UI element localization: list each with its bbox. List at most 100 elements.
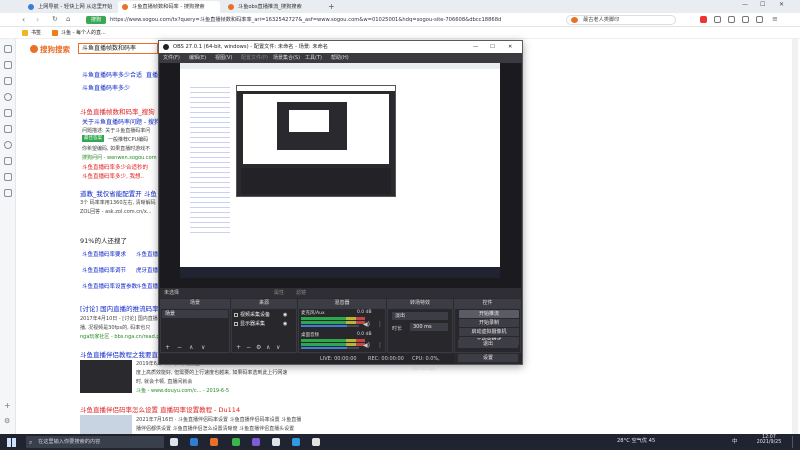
result-title[interactable]: 斗鱼直播帧数和码率_搜狗 bbox=[80, 106, 155, 116]
related-link[interactable]: 斗鱼直播码率要求 bbox=[82, 250, 126, 258]
menu-scene-collection[interactable]: 场景集合(S) bbox=[273, 53, 300, 63]
clock[interactable]: 12:07 2021/9/25 bbox=[752, 435, 786, 445]
visibility-eye-icon[interactable]: ◉ bbox=[283, 320, 287, 328]
browser-taskbar-icon[interactable] bbox=[190, 438, 198, 446]
window-minimize-button[interactable]: — bbox=[742, 1, 748, 8]
result-subtitle[interactable]: 关于斗鱼直播码率问题 - 搜狗问 bbox=[82, 117, 166, 126]
settings-icon[interactable] bbox=[742, 16, 749, 23]
transition-select[interactable]: 淡出 bbox=[392, 312, 448, 320]
source-down-button[interactable]: ∨ bbox=[276, 344, 280, 351]
remove-scene-button[interactable]: − bbox=[177, 344, 182, 351]
volume-fader-fill[interactable] bbox=[301, 325, 348, 327]
result-title[interactable]: 斗鱼直播伴侣教程之我要直播 bbox=[80, 349, 165, 359]
url-field[interactable]: https://www.sogou.com/tx?query=斗鱼直播帧数和码率… bbox=[110, 15, 550, 25]
taskbar-search-box[interactable]: ⌕ 在这里输入你要搜索的内容 bbox=[26, 436, 164, 448]
add-scene-button[interactable]: + bbox=[165, 344, 170, 351]
tab-search-obs[interactable]: 斗鱼obs直播推流_搜狗搜索 bbox=[224, 1, 324, 13]
visibility-eye-icon[interactable]: ◉ bbox=[283, 311, 287, 319]
result-title[interactable]: 斗鱼直播伴侣码率怎么设置 直播码率设置教程 - Du114 bbox=[80, 404, 240, 414]
related-link[interactable]: 斗鱼直播 bbox=[136, 250, 158, 258]
sidebar-note-icon[interactable] bbox=[4, 125, 12, 133]
tab-navigation[interactable]: 上网导航 - 轻快上网 从这里开始 bbox=[24, 1, 114, 13]
obs-minimize-button[interactable]: — bbox=[473, 41, 478, 53]
source-up-button[interactable]: ∧ bbox=[266, 344, 270, 351]
related-link[interactable]: 斗鱼直播码率调节 bbox=[82, 266, 126, 274]
sidebar-app-icon[interactable] bbox=[4, 109, 12, 117]
result-more-link[interactable]: 斗鱼直播码率多少合适秒的 bbox=[82, 163, 148, 171]
start-streaming-button[interactable]: 开始推流 bbox=[459, 310, 519, 318]
sidebar-video-icon[interactable] bbox=[4, 61, 12, 69]
related-link[interactable]: 斗鱼直播码率多少合适 bbox=[82, 70, 142, 79]
result-more-link[interactable]: 斗鱼直播码率多少, 我想.. bbox=[82, 172, 144, 180]
start-recording-button[interactable]: 开始录制 bbox=[459, 319, 519, 327]
duration-input[interactable]: 300 ms bbox=[410, 323, 448, 331]
volume-fader-fill[interactable] bbox=[301, 347, 348, 349]
show-desktop-button[interactable] bbox=[792, 436, 798, 448]
new-tab-button[interactable]: + bbox=[328, 2, 337, 11]
result-source[interactable]: 搜狗问问 - wenwen.sogou.com bbox=[82, 154, 157, 161]
obs-taskbar-icon[interactable] bbox=[232, 438, 240, 446]
result-title[interactable]: [讨论] 国内直播的推流码率 bbox=[80, 303, 159, 313]
source-item[interactable]: 视频采集设备 ◉ bbox=[233, 311, 295, 319]
related-link[interactable]: 虎牙直播 bbox=[136, 266, 158, 274]
source-properties-icon[interactable]: ⚙ bbox=[256, 344, 261, 351]
add-source-button[interactable]: + bbox=[236, 344, 241, 351]
channel-settings-icon[interactable]: ⋮ bbox=[377, 321, 383, 328]
result-source[interactable]: 斗鱼 - www.douyu.com/c... - 2019-6-5 bbox=[136, 387, 229, 394]
menu-tools[interactable]: 工具(T) bbox=[305, 53, 322, 63]
forward-icon[interactable]: › bbox=[36, 15, 39, 24]
obs-close-button[interactable]: ✕ bbox=[508, 41, 512, 53]
settings-button[interactable]: 设置 bbox=[458, 354, 518, 362]
download-icon[interactable] bbox=[714, 16, 721, 23]
home-icon[interactable]: ⌂ bbox=[66, 15, 70, 23]
bookmark-item[interactable]: 书签 bbox=[31, 27, 41, 39]
speaker-icon[interactable]: ◀) bbox=[363, 321, 370, 328]
back-icon[interactable]: ‹ bbox=[22, 15, 25, 24]
sidebar-chat-icon[interactable] bbox=[4, 141, 12, 149]
related-link[interactable]: 斗鱼直播码率设置参数 bbox=[82, 282, 137, 290]
sidebar-tools-icon[interactable] bbox=[4, 189, 12, 197]
channel-settings-icon[interactable]: ⋮ bbox=[377, 342, 383, 349]
menu-icon[interactable]: ≡ bbox=[772, 15, 778, 23]
sidebar-settings-icon[interactable]: ⚙ bbox=[4, 417, 10, 425]
explorer-taskbar-icon[interactable] bbox=[272, 438, 280, 446]
windows-start-icon[interactable] bbox=[7, 438, 16, 447]
window-close-button[interactable]: ✕ bbox=[779, 1, 784, 8]
properties-button[interactable]: 属性 bbox=[274, 288, 284, 298]
remove-source-button[interactable]: − bbox=[246, 344, 251, 351]
sidebar-shop-icon[interactable] bbox=[4, 173, 12, 181]
ad-title[interactable]: 道教_我仅省能配置开 斗鱼 bbox=[80, 188, 157, 198]
obs-preview[interactable] bbox=[160, 63, 521, 288]
filters-button[interactable]: 滤镜 bbox=[296, 288, 306, 298]
bookmark-item[interactable]: 斗鱼 - 每个人的直... bbox=[61, 27, 106, 39]
scene-down-button[interactable]: ∨ bbox=[201, 344, 205, 351]
related-link[interactable]: 斗鱼直播 bbox=[136, 282, 158, 290]
extension-icon[interactable] bbox=[700, 16, 707, 23]
source-item[interactable]: 显示器采集 ◉ bbox=[233, 320, 295, 328]
menu-edit[interactable]: 编辑(E) bbox=[189, 53, 206, 63]
scene-up-button[interactable]: ∧ bbox=[189, 344, 193, 351]
related-link[interactable]: 斗鱼直播码率多少 bbox=[82, 83, 130, 92]
scene-item[interactable]: 场景 bbox=[162, 310, 228, 318]
store-taskbar-icon[interactable] bbox=[312, 438, 320, 446]
security-badge[interactable]: 搜狗 bbox=[86, 16, 106, 24]
menu-file[interactable]: 文件(F) bbox=[163, 53, 180, 63]
sogou-browser-taskbar-icon[interactable] bbox=[210, 438, 218, 446]
menu-profile[interactable]: 配置文件(P) bbox=[241, 53, 268, 63]
history-icon[interactable] bbox=[728, 16, 735, 23]
weather-widget[interactable]: 28°C 空气优 45 bbox=[617, 437, 655, 444]
menu-view[interactable]: 视图(V) bbox=[215, 53, 232, 63]
result-thumbnail[interactable] bbox=[80, 415, 132, 434]
window-maximize-button[interactable]: ☐ bbox=[760, 1, 765, 8]
sidebar-add-icon[interactable]: + bbox=[4, 401, 11, 410]
edge-taskbar-icon[interactable] bbox=[292, 438, 300, 446]
obs-maximize-button[interactable]: ☐ bbox=[490, 41, 495, 53]
sidebar-game-icon[interactable] bbox=[4, 157, 12, 165]
refresh-icon[interactable]: ↻ bbox=[52, 15, 58, 23]
page-scrollbar[interactable] bbox=[792, 39, 798, 434]
speaker-icon[interactable]: ◀) bbox=[363, 342, 370, 349]
browser-search-box[interactable]: 最古老人类脚印 bbox=[566, 15, 676, 25]
result-thumbnail[interactable] bbox=[80, 360, 132, 393]
menu-help[interactable]: 帮助(H) bbox=[331, 53, 349, 63]
sidebar-mail-icon[interactable] bbox=[4, 77, 12, 85]
